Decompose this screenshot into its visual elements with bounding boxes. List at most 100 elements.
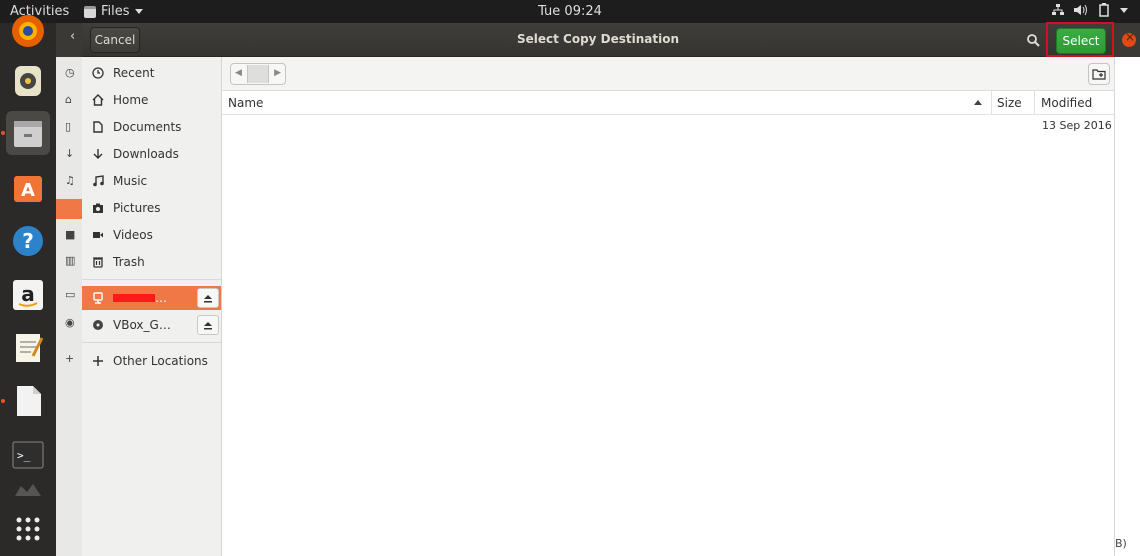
sidebar-item-usb-drive[interactable]: … (82, 286, 221, 310)
new-folder-button[interactable] (1088, 63, 1110, 85)
sidebar-item-recent[interactable]: Recent (82, 61, 221, 85)
eject-button[interactable] (197, 315, 219, 335)
search-button[interactable] (1020, 27, 1046, 53)
back-arrow-icon[interactable]: ‹ (70, 29, 82, 51)
system-tray[interactable] (1052, 3, 1128, 17)
network-icon (1052, 4, 1064, 15)
background-header-right (1114, 23, 1140, 57)
sidebar-item-label: VBox_G… (113, 318, 171, 332)
eject-icon (204, 294, 212, 302)
sidebar-item-documents[interactable]: Documents (82, 115, 221, 139)
column-modified[interactable]: Modified (1041, 96, 1092, 110)
usb-drive-icon: ▭ (65, 288, 76, 301)
svg-text:a: a (21, 282, 35, 306)
text-editor-icon[interactable] (6, 325, 50, 369)
music-icon (91, 174, 105, 188)
new-folder-icon (1092, 69, 1106, 80)
home-icon (91, 93, 105, 107)
sidebar-item-other-locations[interactable]: Other Locations (82, 349, 221, 373)
show-apps-icon[interactable] (6, 507, 50, 551)
sidebar-item-label: Pictures (113, 201, 161, 215)
camera-icon (91, 201, 105, 215)
sidebar-item-home[interactable]: Home (82, 88, 221, 112)
clock-icon: ◷ (65, 66, 75, 79)
video-icon: ■ (65, 228, 76, 241)
path-navigation[interactable]: ◀ ▶ (230, 63, 286, 85)
sidebar-item-label: Other Locations (113, 354, 208, 368)
places-sidebar: Recent Home Documents Downloads Music Pi… (82, 57, 222, 556)
sidebar-item-music[interactable]: Music (82, 169, 221, 193)
sidebar-item-pictures[interactable]: Pictures (82, 196, 221, 220)
column-header: Name Size Modified (222, 91, 1114, 115)
sidebar-item-label: Videos (113, 228, 153, 242)
disc-icon (91, 318, 105, 332)
search-icon (1026, 33, 1040, 47)
music-icon: ♫ (65, 174, 75, 187)
path-left-arrow-icon[interactable]: ◀ (235, 68, 242, 78)
sidebar-item-label: Recent (113, 66, 155, 80)
column-name[interactable]: Name (228, 96, 263, 110)
path-current-segment[interactable] (247, 65, 269, 83)
eject-button[interactable] (197, 288, 219, 308)
sidebar-item-downloads[interactable]: Downloads (82, 142, 221, 166)
sidebar-item-label: Documents (113, 120, 182, 134)
sidebar-divider (82, 342, 221, 343)
trash-icon (91, 255, 105, 269)
running-indicator (1, 399, 5, 403)
sidebar-item-vbox[interactable]: VBox_G… (82, 313, 221, 337)
terminal-icon[interactable]: >_ (6, 433, 50, 477)
battery-icon (1099, 3, 1109, 17)
column-size[interactable]: Size (997, 96, 1022, 110)
select-button[interactable]: Select (1056, 28, 1106, 54)
select-destination-dialog: ‹ Cancel Select Copy Destination Select … (70, 22, 1114, 556)
help-icon[interactable]: ? (6, 219, 50, 263)
rhythmbox-icon[interactable] (6, 59, 50, 103)
usb-drive-icon (91, 291, 105, 305)
table-row[interactable]: 13 Sep 2016 (222, 115, 1114, 137)
sort-ascending-icon (974, 100, 982, 105)
close-icon[interactable] (1122, 30, 1136, 47)
svg-text:A: A (21, 180, 35, 201)
firefox-icon[interactable] (6, 9, 50, 53)
home-icon: ⌂ (65, 93, 72, 106)
select-button-highlight: Select (1046, 22, 1114, 57)
running-indicator (1, 131, 5, 135)
background-trailing-text: B) (1115, 537, 1127, 550)
amazon-icon[interactable]: a (6, 273, 50, 317)
row-modified: 13 Sep 2016 (1042, 119, 1112, 132)
sidebar-item-label: Music (113, 174, 148, 188)
plus-icon: + (65, 352, 75, 365)
download-icon: ↓ (65, 147, 75, 160)
top-bar: Activities Files Tue 09:24 (0, 0, 1140, 23)
document-icon (91, 120, 105, 134)
dialog-header: ‹ Cancel Select Copy Destination Select (70, 22, 1114, 57)
sidebar-item-videos[interactable]: Videos (82, 223, 221, 247)
camera-icon (56, 199, 84, 219)
sidebar-item-label: Home (113, 93, 149, 107)
trash-icon[interactable] (6, 475, 50, 505)
sidebar-item-label: … (155, 291, 167, 305)
dock: A ? a >_ (0, 15, 56, 556)
dialog-title: Select Copy Destination (516, 32, 680, 46)
path-right-arrow-icon[interactable]: ▶ (274, 68, 281, 78)
clock[interactable]: Tue 09:24 (0, 4, 1140, 19)
plus-icon (91, 354, 105, 368)
trash-icon: ▥ (65, 254, 76, 267)
disc-icon: ◉ (65, 316, 75, 329)
libreoffice-icon[interactable] (6, 379, 50, 423)
background-window-right: B) (1114, 57, 1140, 556)
file-browser: ◀ ▶ Name Size Modified 13 Sep 2016 (222, 57, 1114, 556)
path-bar: ◀ ▶ (222, 57, 1114, 91)
clock-icon (91, 66, 105, 80)
svg-text:?: ? (22, 229, 34, 253)
sidebar-item-label: Trash (113, 255, 145, 269)
background-files-window: ◷ ⌂ ▯ ↓ ♫ ■ ▥ ▭ ◉ + (56, 23, 84, 556)
files-icon[interactable] (6, 111, 50, 155)
svg-text:>_: >_ (17, 449, 31, 462)
redacted-label (113, 294, 155, 302)
sidebar-item-trash[interactable]: Trash (82, 250, 221, 274)
ubuntu-software-icon[interactable]: A (6, 165, 50, 209)
column-divider[interactable] (1034, 91, 1035, 115)
column-divider[interactable] (991, 91, 992, 115)
volume-icon (1074, 4, 1087, 16)
